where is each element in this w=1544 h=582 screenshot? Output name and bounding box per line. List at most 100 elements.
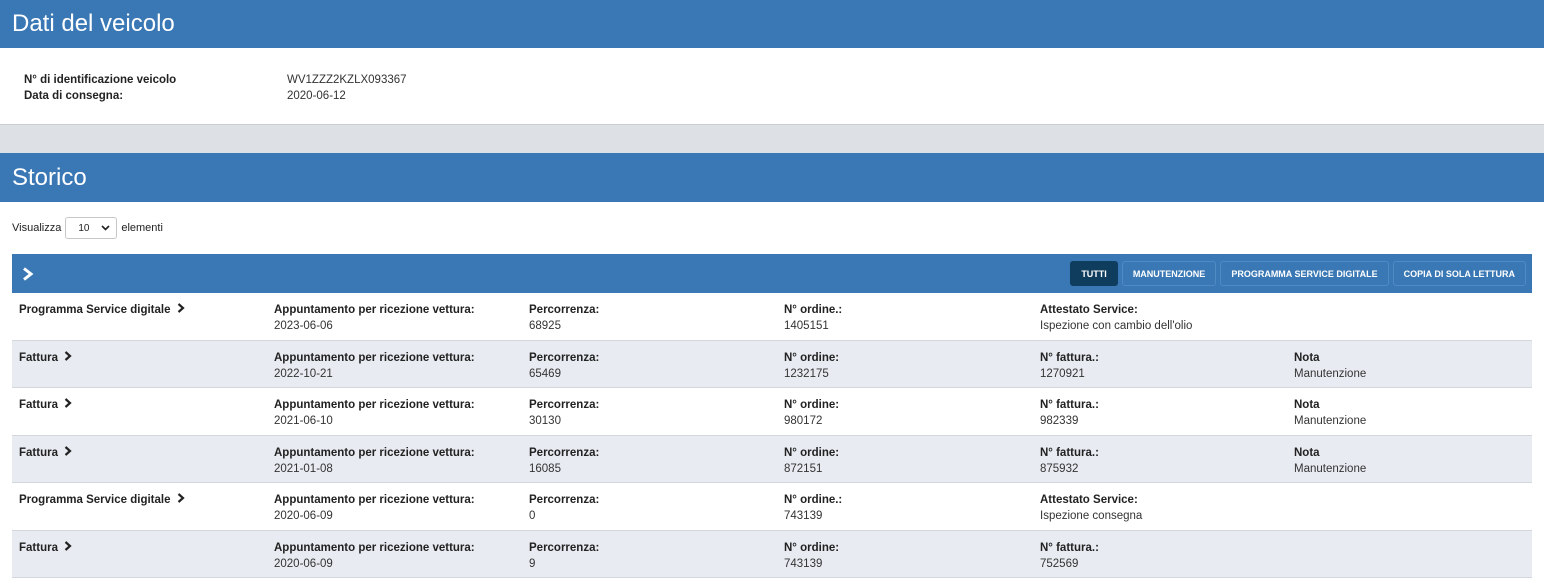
order-value: 743139 xyxy=(784,557,823,570)
table-row: Fattura Appuntamento per ricezione vettu… xyxy=(12,340,1532,388)
vehicle-section-title: Dati del veicolo xyxy=(12,10,175,37)
detail-cell: N° fattura.: 875932 xyxy=(1040,445,1294,483)
chevron-right-icon xyxy=(64,540,72,551)
order-label: N° ordine.: xyxy=(784,494,843,506)
appointment-value: 2023-06-06 xyxy=(274,320,333,332)
note-cell: Nota Manutenzione xyxy=(1294,350,1514,388)
table-row: Fattura Appuntamento per ricezione vettu… xyxy=(12,435,1532,483)
detail-value: 752569 xyxy=(1040,557,1079,570)
order-label: N° ordine.: xyxy=(784,304,843,316)
vin-label: N° di identificazione veicolo xyxy=(24,74,177,86)
row-type-link[interactable]: Programma Service digitale xyxy=(19,302,274,340)
mileage-value: 68925 xyxy=(529,320,561,332)
chevron-right-icon xyxy=(64,445,72,456)
elements-label: elementi xyxy=(121,222,163,234)
detail-value: Ispezione consegna xyxy=(1040,510,1143,522)
row-type-link[interactable]: Fattura xyxy=(19,350,274,388)
chevron-right-icon xyxy=(177,303,185,313)
table-row: Programma Service digitale Appuntamento … xyxy=(12,483,1532,531)
detail-label: N° fattura.: xyxy=(1040,399,1099,411)
detail-cell: Attestato Service: Ispezione con cambio … xyxy=(1040,302,1294,340)
detail-label: N° fattura.: xyxy=(1040,446,1099,459)
order-label: N° ordine: xyxy=(784,541,840,554)
mileage-label: Percorrenza: xyxy=(529,446,600,459)
chevron-right-icon xyxy=(64,350,72,361)
appointment-label: Appuntamento per ricezione vettura: xyxy=(274,304,475,316)
detail-label: N° fattura.: xyxy=(1040,541,1099,554)
detail-value: 1270921 xyxy=(1040,367,1085,380)
order-cell: N° ordine: 743139 xyxy=(784,540,1040,578)
mileage-value: 0 xyxy=(529,510,536,522)
chevron-down-icon xyxy=(101,225,110,231)
row-type-link[interactable]: Programma Service digitale xyxy=(19,492,274,530)
note-value: Manutenzione xyxy=(1294,462,1367,475)
section-divider xyxy=(0,124,1544,153)
row-type-link[interactable]: Fattura xyxy=(19,540,274,578)
chevron-right-icon[interactable] xyxy=(22,266,34,281)
appointment-label: Appuntamento per ricezione vettura: xyxy=(274,494,475,506)
appointment-value: 2020-06-09 xyxy=(274,557,333,570)
appointment-cell: Appuntamento per ricezione vettura: 2022… xyxy=(274,350,529,388)
vehicle-section-header: Dati del veicolo xyxy=(0,0,1544,48)
order-label: N° ordine: xyxy=(784,446,840,459)
row-type-link[interactable]: Fattura xyxy=(19,397,274,435)
mileage-label: Percorrenza: xyxy=(529,541,600,554)
appointment-value: 2020-06-09 xyxy=(274,510,333,522)
appointment-cell: Appuntamento per ricezione vettura: 2020… xyxy=(274,540,529,578)
row-type-label: Fattura xyxy=(19,351,58,364)
detail-cell: N° fattura.: 982339 xyxy=(1040,397,1294,435)
page-size-value: 10 xyxy=(78,222,90,234)
storico-section-header: Storico xyxy=(0,153,1544,202)
filter-copia-di-sola-lettura-button[interactable]: COPIA DI SOLA LETTURA xyxy=(1392,261,1526,286)
table-row: Programma Service digitale Appuntamento … xyxy=(12,293,1532,341)
vin-row: N° di identificazione veicolo WV1ZZZ2KZL… xyxy=(24,72,1544,88)
history-toolbar: TUTTI MANUTENZIONE PROGRAMMA SERVICE DIG… xyxy=(12,254,1532,293)
table-row: Fattura Appuntamento per ricezione vettu… xyxy=(12,530,1532,578)
filter-programma-service-digitale-button[interactable]: PROGRAMMA SERVICE DIGITALE xyxy=(1220,261,1389,286)
history-rows: Programma Service digitale Appuntamento … xyxy=(12,293,1532,578)
mileage-cell: Percorrenza: 65469 xyxy=(529,350,784,388)
appointment-cell: Appuntamento per ricezione vettura: 2023… xyxy=(274,302,529,340)
detail-cell: Attestato Service: Ispezione consegna xyxy=(1040,492,1294,530)
row-type-label: Programma Service digitale xyxy=(19,304,171,316)
appointment-value: 2021-06-10 xyxy=(274,415,333,427)
mileage-value: 16085 xyxy=(529,462,561,475)
mileage-cell: Percorrenza: 30130 xyxy=(529,397,784,435)
order-cell: N° ordine.: 743139 xyxy=(784,492,1040,530)
mileage-value: 30130 xyxy=(529,415,561,427)
detail-cell: N° fattura.: 752569 xyxy=(1040,540,1294,578)
order-cell: N° ordine.: 1405151 xyxy=(784,302,1040,340)
mileage-cell: Percorrenza: 0 xyxy=(529,492,784,530)
note-label: Nota xyxy=(1294,446,1320,459)
vehicle-info-panel: N° di identificazione veicolo WV1ZZZ2KZL… xyxy=(0,48,1544,124)
vin-value: WV1ZZZ2KZLX093367 xyxy=(287,74,407,86)
chevron-right-icon xyxy=(64,398,72,408)
order-value: 980172 xyxy=(784,415,823,427)
note-cell xyxy=(1294,492,1514,530)
appointment-cell: Appuntamento per ricezione vettura: 2020… xyxy=(274,492,529,530)
filter-manutenzione-button[interactable]: MANUTENZIONE xyxy=(1121,261,1217,286)
note-value: Manutenzione xyxy=(1294,367,1367,380)
note-label: Nota xyxy=(1294,399,1320,411)
mileage-label: Percorrenza: xyxy=(529,399,600,411)
detail-cell: N° fattura.: 1270921 xyxy=(1040,350,1294,388)
order-label: N° ordine: xyxy=(784,351,840,364)
page-size-select[interactable]: 10 xyxy=(65,217,118,239)
order-value: 1405151 xyxy=(784,320,829,332)
appointment-value: 2021-01-08 xyxy=(274,462,333,475)
note-label: Nota xyxy=(1294,351,1320,364)
delivery-date-row: Data di consegna: 2020-06-12 xyxy=(24,88,1544,104)
detail-value: 982339 xyxy=(1040,415,1079,427)
storico-section-title: Storico xyxy=(12,163,87,191)
delivery-date-label: Data di consegna: xyxy=(24,90,124,102)
mileage-cell: Percorrenza: 9 xyxy=(529,540,784,578)
filter-tutti-button[interactable]: TUTTI xyxy=(1070,261,1118,286)
detail-label: Attestato Service: xyxy=(1040,494,1138,506)
row-type-link[interactable]: Fattura xyxy=(19,445,274,483)
mileage-value: 65469 xyxy=(529,367,561,380)
mileage-label: Percorrenza: xyxy=(529,351,600,364)
mileage-label: Percorrenza: xyxy=(529,304,600,316)
appointment-cell: Appuntamento per ricezione vettura: 2021… xyxy=(274,445,529,483)
appointment-label: Appuntamento per ricezione vettura: xyxy=(274,399,475,411)
filter-buttons: TUTTI MANUTENZIONE PROGRAMMA SERVICE DIG… xyxy=(1070,261,1526,286)
